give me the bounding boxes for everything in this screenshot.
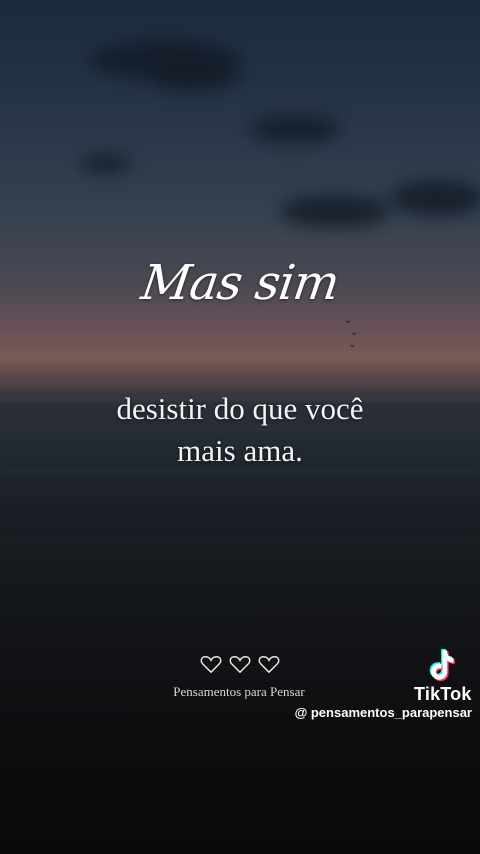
hearts-icon (200, 654, 280, 674)
quote-line: mais ama. (177, 433, 303, 468)
creator-handle[interactable]: @ pensamentos_parapensar (295, 705, 472, 720)
quote-line: desistir do que você (116, 391, 364, 426)
cloud (80, 155, 130, 173)
tiktok-wordmark: TikTok (414, 684, 472, 704)
bird-silhouette: ⌄ (344, 315, 353, 326)
tiktok-logo-icon (429, 648, 456, 682)
bird-silhouette: ⌄ (348, 339, 357, 350)
heart-icon (258, 655, 280, 674)
video-frame[interactable]: ⌄ ⌄ ⌄ Mas sim desistir do que você mais … (0, 0, 480, 854)
cloud (250, 115, 340, 143)
brand-name: Pensamentos para Pensar (173, 684, 305, 699)
wave-line (0, 540, 480, 543)
wave-line (0, 610, 480, 613)
overlay-title: Mas sim (137, 255, 343, 311)
bird-silhouette: ⌄ (350, 327, 359, 338)
cloud (280, 195, 390, 227)
heart-icon (200, 655, 222, 674)
cloud (390, 180, 480, 216)
cloud (150, 60, 240, 90)
heart-icon (229, 655, 251, 674)
quote-text: desistir do que você mais ama. (0, 388, 480, 472)
